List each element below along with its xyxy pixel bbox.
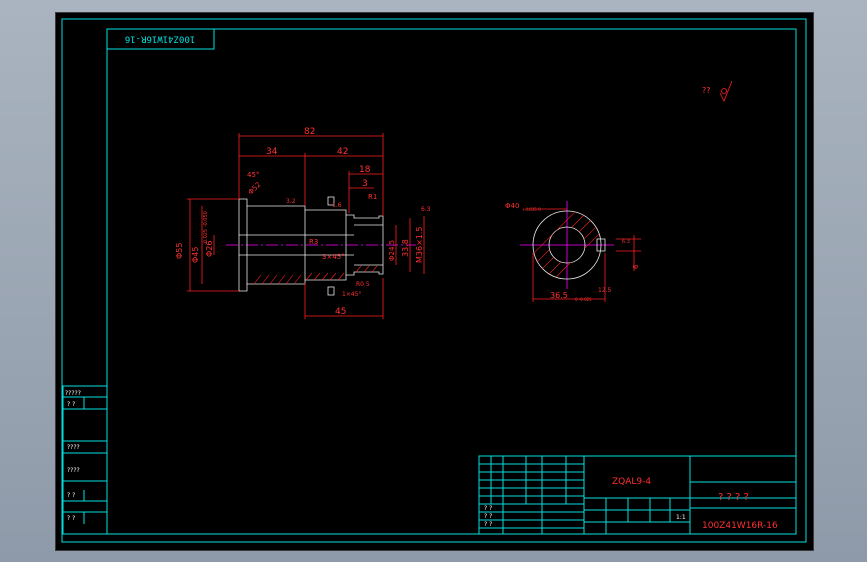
side-row-2: ????: [67, 444, 80, 451]
dim-r0-5: R0.5: [356, 281, 370, 288]
side-row-1: ? ?: [67, 401, 75, 408]
dim-thread: M36×1.5: [415, 226, 424, 263]
dim-45: 45: [335, 307, 346, 317]
side-36-5: 36.5: [550, 291, 568, 300]
roughness-symbol-text: ??: [702, 86, 711, 95]
drawing-number-text: 100Z41W16R-16: [702, 521, 778, 531]
dim-chamfer-top: 45°: [247, 171, 259, 179]
sheet-outer-border: [61, 18, 807, 543]
cad-window: 100Z41W16R-16 ?? ????? ? ? ???? ???? ? ?…: [0, 0, 867, 562]
dim-groove-note: 1×45°: [342, 291, 361, 298]
dim-33-8: 33.8: [401, 239, 410, 257]
dim-dia-26: Φ26: [205, 241, 214, 257]
material-text: ZQAL9-4: [612, 477, 651, 487]
dim-42: 42: [337, 147, 348, 157]
side-row-5: ? ?: [67, 515, 75, 522]
dim-chamfer-text: 3×45°: [322, 253, 345, 261]
scale-text: 1:1: [676, 514, 686, 521]
part-name-text: ? ? ? ?: [718, 492, 749, 503]
dim-overall-length: 82: [304, 127, 315, 137]
side-row-4: ? ?: [67, 492, 75, 499]
dim-34: 34: [266, 147, 278, 157]
dim-undercut: Φ24.5: [388, 240, 396, 261]
side-rough: 12.5: [598, 287, 612, 294]
sig-q-1: ? ?: [484, 513, 492, 520]
dim-dia-55: Φ55: [175, 243, 184, 259]
dim-r3: R3: [309, 238, 318, 246]
rough-1-6: 1.6: [332, 202, 342, 209]
roughness-symbol: ??: [702, 80, 733, 102]
stamp-text: 100Z41W16R-16: [125, 34, 195, 44]
dim-3: 3: [362, 179, 368, 189]
side-table: ????? ? ? ???? ???? ? ? ? ?: [62, 385, 108, 535]
side-view: Φ40 +0.035 0 36.5 0 -0.025 6 6.3 12.5: [505, 201, 641, 302]
side-dia: Φ40: [505, 202, 519, 210]
side-key-6-dev: 6.3: [622, 239, 630, 245]
sheet-inner-border: [106, 28, 797, 535]
side-36-5-tol: 0 -0.025: [575, 297, 592, 302]
rough-6-3: 6.3: [421, 206, 431, 213]
dim-flange-chamfer: Φ52: [247, 181, 263, 197]
dim-r1: R1: [368, 193, 377, 201]
side-row-3: ????: [67, 467, 80, 474]
dim-18: 18: [359, 165, 371, 175]
rough-3-2: 3.2: [286, 198, 296, 205]
side-dia-tol: +0.035 0: [522, 207, 541, 212]
drawing-canvas: 100Z41W16R-16 ?? ????? ? ? ???? ???? ? ?…: [61, 18, 807, 543]
sig-q-0: ? ?: [484, 505, 492, 512]
dim-dia-45: Φ45: [191, 247, 200, 263]
side-key-6: 6: [632, 264, 640, 269]
side-row-0: ?????: [65, 390, 81, 397]
drawing-viewport[interactable]: 100Z41W16R-16 ?? ????? ? ? ???? ???? ? ?…: [55, 12, 814, 551]
title-block: ? ? ? ? ? ? ZQAL9-4 ? ? ? ? 100Z41W16R-1…: [478, 455, 797, 535]
stamp-box: 100Z41W16R-16: [106, 28, 215, 50]
dim-dia-45-tol: -0.025 -0.050: [203, 211, 209, 245]
front-view: 82 34 42 18 3 45 Φ55 Φ45 -0.025 -0.050 Φ…: [175, 127, 431, 319]
sig-q-2: ? ?: [484, 521, 492, 528]
